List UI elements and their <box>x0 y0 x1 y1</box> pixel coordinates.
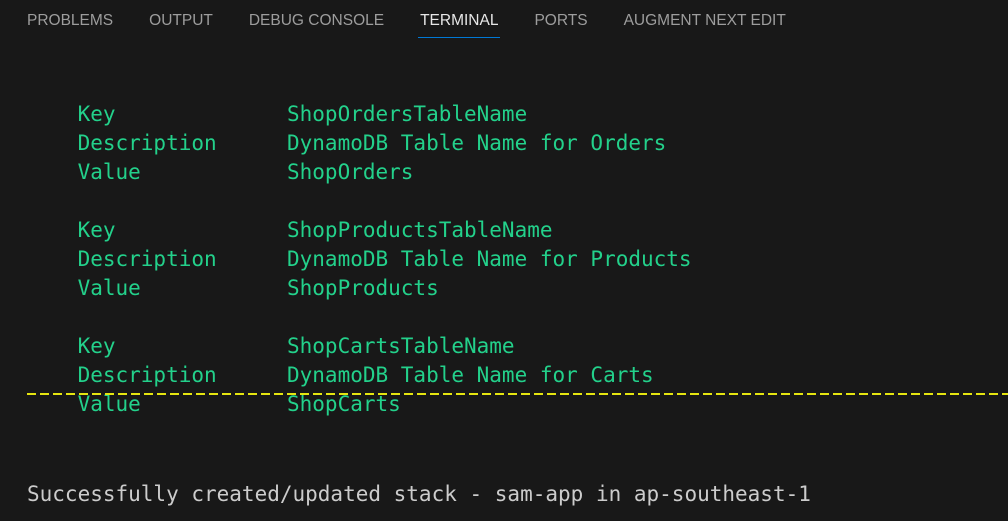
output-value-label: Value <box>77 276 141 300</box>
output-key-value: ShopProductsTableName <box>287 218 553 242</box>
tab-augment-next-edit[interactable]: AUGMENT NEXT EDIT <box>624 0 786 42</box>
tab-terminal[interactable]: TERMINAL <box>418 0 501 42</box>
output-value-label: Value <box>77 392 141 416</box>
separator-line <box>27 393 1008 395</box>
output-value-value: ShopProducts <box>287 276 439 300</box>
tab-output[interactable]: OUTPUT <box>149 0 213 42</box>
output-key-value: ShopOrdersTableName <box>287 102 528 126</box>
output-row-value: Value ShopCarts <box>27 365 401 443</box>
output-value-label: Value <box>77 160 141 184</box>
tab-problems[interactable]: PROBLEMS <box>27 0 113 42</box>
output-description-value: DynamoDB Table Name for Orders <box>287 131 667 155</box>
tab-ports[interactable]: PORTS <box>534 0 587 42</box>
tab-debug-console[interactable]: DEBUG CONSOLE <box>249 0 384 42</box>
panel-tab-bar: PROBLEMS OUTPUT DEBUG CONSOLE TERMINAL P… <box>0 0 1008 42</box>
output-description-value: DynamoDB Table Name for Carts <box>287 363 654 387</box>
terminal-output[interactable]: Key ShopOrdersTableName Description Dynamo… <box>0 42 1008 521</box>
success-message: Successfully created/updated stack - sam… <box>27 482 811 506</box>
output-value-value: ShopOrders <box>287 160 414 184</box>
output-key-value: ShopCartsTableName <box>287 334 515 358</box>
output-description-value: DynamoDB Table Name for Products <box>287 247 692 271</box>
